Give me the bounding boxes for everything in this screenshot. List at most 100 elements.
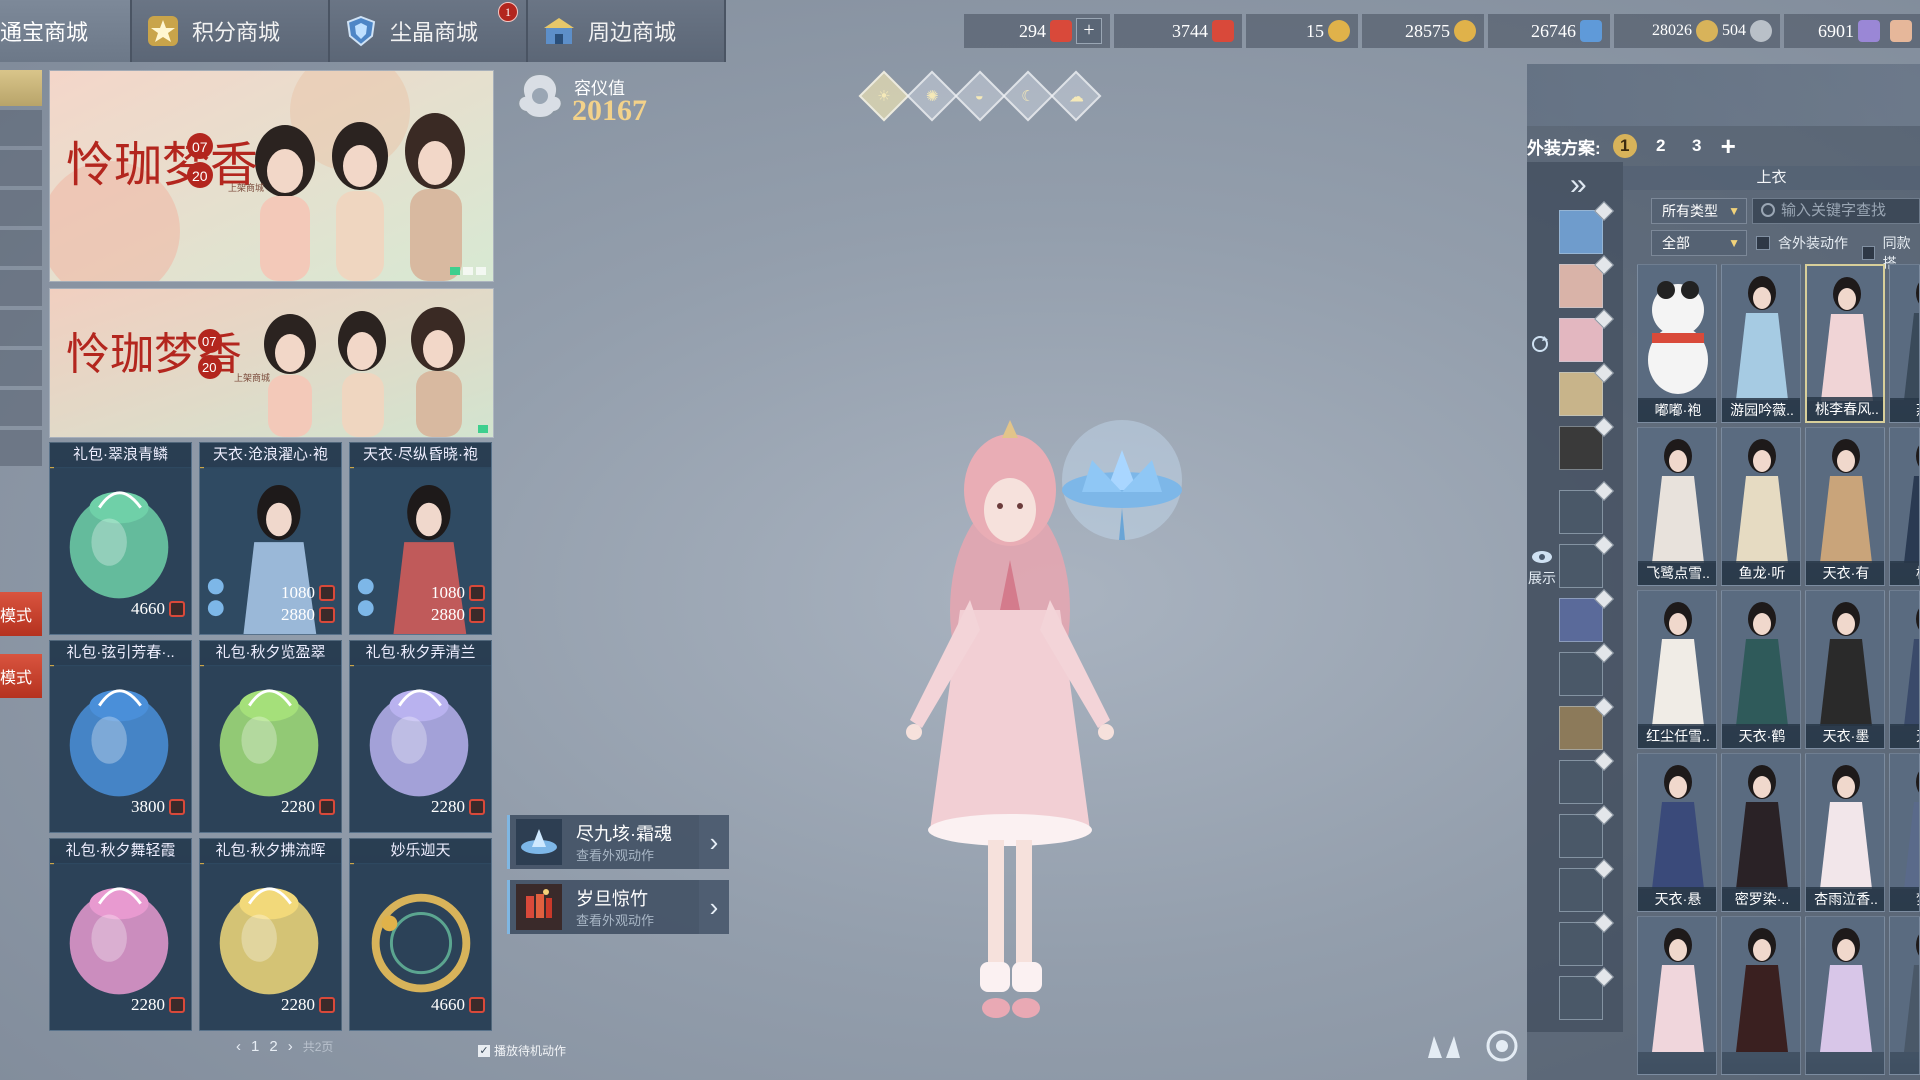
outfit-cell[interactable]: 天衣·鹤	[1721, 590, 1801, 749]
tab-points-shop[interactable]: 积分商城	[132, 0, 330, 62]
outfit-cell[interactable]: 横渡	[1889, 427, 1920, 586]
rotate-icon[interactable]	[1530, 334, 1550, 354]
equipment-slot[interactable]	[1559, 372, 1603, 416]
shop-item-card[interactable]: 天衣·沧浪濯心·袍 1080 2880	[199, 442, 342, 635]
recharge-plus-button[interactable]: +	[1076, 18, 1102, 44]
outfit-cell[interactable]	[1805, 916, 1885, 1075]
mode-button-2[interactable]: 模式	[0, 654, 42, 698]
side-category-item[interactable]	[0, 270, 42, 306]
daylight-weather-button[interactable]: ✺	[906, 70, 958, 122]
shop-item-card[interactable]: 礼包·翠浪青鳞 4660	[49, 442, 192, 635]
ears-icon[interactable]	[1424, 1030, 1464, 1062]
side-category-item[interactable]	[0, 190, 42, 226]
shop-item-card[interactable]: 礼包·秋夕舞轻霞 2280	[49, 838, 192, 1031]
equipment-slot[interactable]	[1559, 652, 1603, 696]
scheme-1-button[interactable]: 1	[1612, 134, 1637, 158]
shop-item-card[interactable]: 礼包·秋夕拂流晖 2280	[199, 838, 342, 1031]
outfit-cell[interactable]: 杏雨泣香..	[1805, 753, 1885, 912]
outfit-cell[interactable]	[1637, 916, 1717, 1075]
night-weather-button[interactable]: ☾	[1002, 70, 1054, 122]
equipment-slot[interactable]	[1559, 868, 1603, 912]
outfit-cell[interactable]: 天衣·有	[1805, 427, 1885, 586]
page-number[interactable]: 2	[269, 1038, 277, 1055]
top-bar: 通宝商城 积分商城 尘晶商城 1 周边商城 294 + 3744 15 2857…	[0, 0, 1920, 62]
prev-page-button[interactable]: ‹	[236, 1038, 241, 1055]
equipment-slot[interactable]	[1559, 598, 1603, 642]
equipment-slot[interactable]	[1559, 814, 1603, 858]
shop-item-card[interactable]: 礼包·弦引芳春·.. 3800	[49, 640, 192, 833]
scheme-3-button[interactable]: 3	[1685, 134, 1709, 158]
outfit-cell[interactable]	[1889, 916, 1920, 1075]
outfit-action-button[interactable]: 尽九垓·霜魂 查看外观动作 ›	[507, 815, 729, 869]
outfit-cell[interactable]: 嘟嘟·袍	[1637, 264, 1717, 423]
shop-item-card[interactable]: 礼包·秋夕弄清兰 2280	[349, 640, 492, 833]
equipment-slot[interactable]	[1559, 210, 1603, 254]
checkbox-icon[interactable]	[1862, 246, 1875, 260]
swirl-icon[interactable]	[1482, 1030, 1522, 1062]
side-category-item[interactable]	[0, 70, 42, 106]
outfit-cell[interactable]: 天衣	[1889, 590, 1920, 749]
banner-date-top: 07	[202, 334, 216, 349]
equipment-slot[interactable]	[1559, 490, 1603, 534]
type-filter-dropdown[interactable]: 所有类型 ▼	[1651, 198, 1747, 224]
side-category-item[interactable]	[0, 390, 42, 426]
side-category-item[interactable]	[0, 430, 42, 466]
promo-banner[interactable]: 怜珈梦香 07 20 上架商城	[49, 70, 494, 282]
mode-button-1[interactable]: 模式	[0, 592, 42, 636]
equipment-slot[interactable]	[1559, 976, 1603, 1020]
outfit-cell[interactable]	[1721, 916, 1801, 1075]
outfit-cell[interactable]: 天衣·悬	[1637, 753, 1717, 912]
outfit-cell[interactable]: 游园吟薇..	[1721, 264, 1801, 423]
checkbox-icon[interactable]	[1756, 236, 1770, 250]
currency-value: 6901	[1818, 20, 1854, 41]
tab-tongbao-shop[interactable]: 通宝商城	[0, 0, 132, 62]
close-icon[interactable]	[1890, 20, 1912, 42]
side-category-item[interactable]	[0, 110, 42, 146]
shop-item-card[interactable]: 礼包·秋夕览盈翠 2280	[199, 640, 342, 833]
equipment-slot[interactable]	[1559, 318, 1603, 362]
expand-panel-button[interactable]: »	[1570, 168, 1587, 202]
outfit-cell[interactable]: 天衣·墨	[1805, 590, 1885, 749]
dusk-weather-button[interactable]: ◒	[954, 70, 1006, 122]
outfit-cell[interactable]: 红尘任雪..	[1637, 590, 1717, 749]
currency-value: 15	[1306, 20, 1324, 41]
next-page-button[interactable]: ›	[288, 1038, 293, 1055]
equipment-slot[interactable]	[1559, 544, 1603, 588]
side-category-item[interactable]	[0, 350, 42, 386]
checkbox-checked-icon[interactable]: ✓	[478, 1044, 490, 1057]
chevron-right-icon[interactable]: ›	[699, 880, 729, 934]
side-category-item[interactable]	[0, 310, 42, 346]
outfit-cell[interactable]: 梦烟	[1889, 753, 1920, 912]
scheme-2-button[interactable]: 2	[1649, 134, 1673, 158]
tab-merch-shop[interactable]: 周边商城	[528, 0, 726, 62]
side-category-item[interactable]	[0, 230, 42, 266]
scope-filter-dropdown[interactable]: 全部 ▼	[1651, 230, 1747, 256]
equipment-slot[interactable]	[1559, 426, 1603, 470]
equipment-slot[interactable]	[1559, 760, 1603, 804]
page-number[interactable]: 1	[251, 1038, 259, 1055]
outfit-cell[interactable]: 密罗染·..	[1721, 753, 1801, 912]
outfit-cell[interactable]: 飞鹭点雪..	[1637, 427, 1717, 586]
outfit-cell[interactable]: 燕朋	[1889, 264, 1920, 423]
equipment-slot[interactable]	[1559, 264, 1603, 308]
search-input[interactable]: 输入关键字查找	[1752, 198, 1920, 224]
rain-weather-button[interactable]: ☁	[1050, 70, 1102, 122]
outfit-cell[interactable]: 鱼龙·听	[1721, 427, 1801, 586]
currency-icon	[319, 607, 335, 623]
outfit-cell[interactable]: 桃李春风..	[1805, 264, 1885, 423]
add-scheme-button[interactable]: +	[1721, 131, 1736, 162]
equipment-slot[interactable]	[1559, 922, 1603, 966]
promo-banner[interactable]: 怜珈梦香 07 20 上架商城	[49, 288, 494, 438]
shop-item-card[interactable]: 天衣·尽纵昏晓·袍 1080 2880	[349, 442, 492, 635]
outfit-action-button[interactable]: 岁旦惊竹 查看外观动作 ›	[507, 880, 729, 934]
tab-crystal-shop[interactable]: 尘晶商城 1	[330, 0, 528, 62]
eye-icon[interactable]	[1531, 550, 1553, 564]
include-action-checkbox[interactable]: 含外装动作	[1756, 233, 1848, 253]
shop-item-card[interactable]: 妙乐迦天 4660	[349, 838, 492, 1031]
side-category-item[interactable]	[0, 150, 42, 186]
sunny-weather-button[interactable]: ☀	[858, 70, 910, 122]
chevron-right-icon[interactable]: ›	[699, 815, 729, 869]
currency-value: 3744	[1172, 20, 1208, 41]
idle-action-toggle[interactable]: ✓ 播放待机动作	[478, 1042, 566, 1059]
equipment-slot[interactable]	[1559, 706, 1603, 750]
